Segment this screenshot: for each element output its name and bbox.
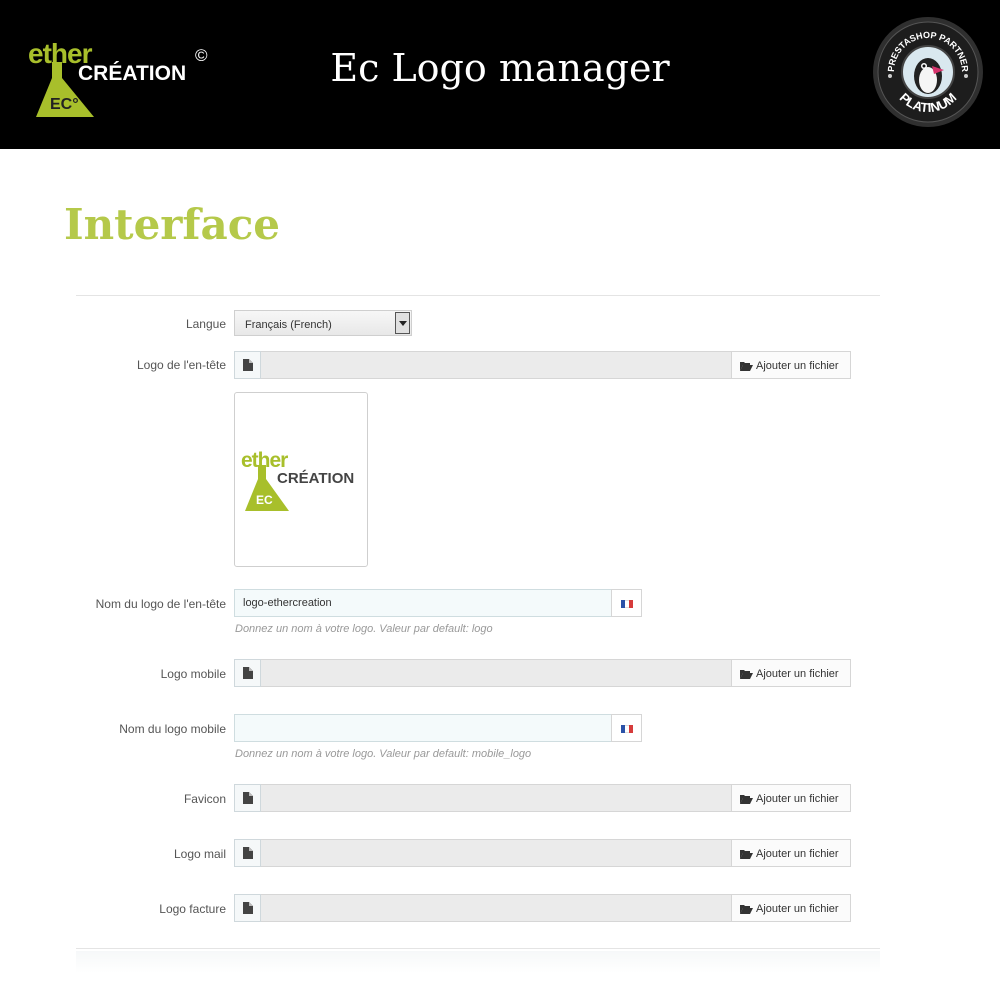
logo-mobile-upload: Ajouter un fichier <box>234 659 851 687</box>
logo-invoice-filename[interactable] <box>261 894 732 922</box>
logo-header-add-file-button[interactable]: Ajouter un fichier <box>731 351 851 379</box>
divider <box>76 948 880 949</box>
logo-header-label: Logo de l'en-tête <box>136 358 226 372</box>
preview-creation-text: CRÉATION <box>277 470 355 487</box>
logo-header-name-input[interactable]: logo-ethercreation <box>234 589 612 617</box>
langue-selected-value: Français (French) <box>245 319 332 331</box>
flag-fr-icon[interactable] <box>611 589 642 617</box>
logo-mail-upload: Ajouter un fichier <box>234 839 851 867</box>
logo-mobile-name-input[interactable] <box>234 714 612 742</box>
flag-fr-icon[interactable] <box>611 714 642 742</box>
file-icon <box>234 659 261 687</box>
logo-mail-filename[interactable] <box>261 839 732 867</box>
section-title: Interface <box>64 200 281 249</box>
logo-header-name-help: Donnez un nom à votre logo. Valeur par d… <box>235 623 493 635</box>
chevron-down-icon[interactable] <box>395 312 410 334</box>
logo-invoice-upload: Ajouter un fichier <box>234 894 851 922</box>
logo-header-preview: ether EC CRÉATION <box>234 392 368 567</box>
file-icon <box>234 894 261 922</box>
brand-ec-text: EC° <box>50 96 79 113</box>
logo-header-filename[interactable] <box>261 351 732 379</box>
folder-open-icon <box>740 905 753 914</box>
file-icon <box>234 351 261 379</box>
prestashop-badge-icon: PRESTASHOP PARTNER PLATINUM <box>873 17 983 127</box>
logo-mail-add-file-button[interactable]: Ajouter un fichier <box>731 839 851 867</box>
prestashop-platinum-badge: PRESTASHOP PARTNER PLATINUM <box>872 16 984 128</box>
logo-header-name-label: Nom du logo de l'en-tête <box>95 597 226 611</box>
logo-mobile-name-row <box>234 714 642 742</box>
logo-invoice-add-file-label: Ajouter un fichier <box>756 903 839 915</box>
divider <box>76 295 880 296</box>
favicon-upload: Ajouter un fichier <box>234 784 851 812</box>
page-title: Ec Logo manager <box>330 46 670 90</box>
file-icon <box>234 839 261 867</box>
logo-mobile-name-help: Donnez un nom à votre logo. Valeur par d… <box>235 748 532 760</box>
logo-header-add-file-label: Ajouter un fichier <box>756 360 839 372</box>
logo-invoice-label: Logo facture <box>159 902 226 916</box>
logo-mobile-add-file-button[interactable]: Ajouter un fichier <box>731 659 851 687</box>
favicon-label: Favicon <box>183 792 226 806</box>
favicon-add-file-label: Ajouter un fichier <box>756 793 839 805</box>
logo-header-name-row: logo-ethercreation <box>234 589 642 617</box>
logo-invoice-add-file-button[interactable]: Ajouter un fichier <box>731 894 851 922</box>
logo-mail-add-file-label: Ajouter un fichier <box>756 848 839 860</box>
logo-mobile-add-file-label: Ajouter un fichier <box>756 668 839 680</box>
langue-select[interactable]: Français (French) <box>234 310 412 336</box>
folder-open-icon <box>740 795 753 804</box>
folder-open-icon <box>740 850 753 859</box>
file-icon <box>234 784 261 812</box>
panel-footer <box>76 951 880 973</box>
favicon-filename[interactable] <box>261 784 732 812</box>
logo-mobile-label: Logo mobile <box>160 667 226 681</box>
logo-mobile-filename[interactable] <box>261 659 732 687</box>
preview-ec-text: EC <box>256 493 273 507</box>
favicon-add-file-button[interactable]: Ajouter un fichier <box>731 784 851 812</box>
header-banner: ether EC° CRÉATION © Ec Logo manager PRE… <box>0 0 1000 149</box>
folder-open-icon <box>740 670 753 679</box>
langue-label: Langue <box>185 317 226 331</box>
logo-header-upload: Ajouter un fichier <box>234 351 851 379</box>
logo-mobile-name-label: Nom du logo mobile <box>119 722 226 736</box>
folder-open-icon <box>740 362 753 371</box>
logo-mail-label: Logo mail <box>173 847 226 861</box>
